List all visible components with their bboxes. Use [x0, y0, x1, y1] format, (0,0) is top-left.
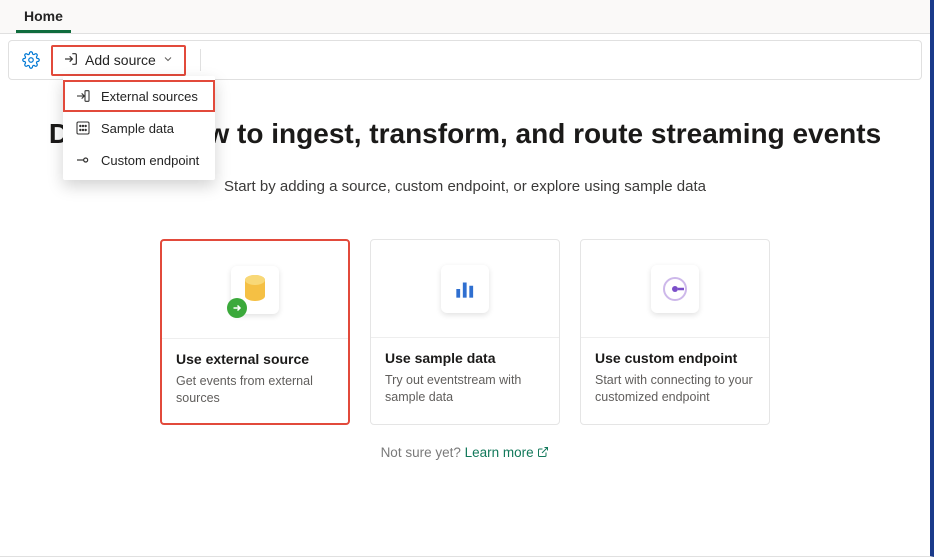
sample-data-icon [75, 120, 91, 136]
add-source-button[interactable]: Add source [51, 45, 186, 76]
learn-more-link[interactable]: Learn more [465, 445, 550, 460]
card-icon-area [162, 241, 348, 339]
menu-item-external-sources[interactable]: External sources [63, 80, 215, 112]
card-icon-area [371, 240, 559, 338]
add-source-label: Add source [85, 52, 156, 68]
card-use-custom-endpoint[interactable]: Use custom endpoint Start with connectin… [580, 239, 770, 425]
footer-help: Not sure yet? Learn more [0, 445, 930, 460]
card-use-external-source[interactable]: Use external source Get events from exte… [160, 239, 350, 425]
card-title: Use external source [176, 351, 334, 367]
menu-item-label: Sample data [101, 121, 174, 136]
custom-endpoint-icon [75, 152, 91, 168]
toolbar: Add source [8, 40, 922, 80]
menu-item-custom-endpoint[interactable]: Custom endpoint [63, 144, 215, 176]
gear-icon[interactable] [19, 48, 43, 72]
card-description: Get events from external sources [176, 373, 334, 407]
footer-prompt: Not sure yet? [381, 445, 465, 460]
external-link-icon [537, 445, 549, 460]
toolbar-divider [200, 49, 201, 71]
tab-home[interactable]: Home [16, 0, 71, 33]
tab-strip: Home [0, 0, 930, 34]
card-icon-area [581, 240, 769, 338]
menu-item-sample-data[interactable]: Sample data [63, 112, 215, 144]
card-use-sample-data[interactable]: Use sample data Try out eventstream with… [370, 239, 560, 425]
database-icon [231, 266, 279, 314]
page-subheading: Start by adding a source, custom endpoin… [0, 178, 930, 195]
chevron-down-icon [162, 52, 174, 68]
external-sources-icon [75, 88, 91, 104]
menu-item-label: Custom endpoint [101, 153, 199, 168]
learn-more-label: Learn more [465, 445, 534, 460]
arrow-badge-icon [227, 298, 247, 318]
enter-icon [63, 51, 79, 70]
menu-item-label: External sources [101, 89, 198, 104]
card-title: Use sample data [385, 350, 545, 366]
endpoint-icon [651, 265, 699, 313]
bar-chart-icon [441, 265, 489, 313]
card-row: Use external source Get events from exte… [0, 239, 930, 425]
card-title: Use custom endpoint [595, 350, 755, 366]
add-source-menu: External sources Sample data Custom endp… [63, 76, 215, 180]
card-description: Start with connecting to your customized… [595, 372, 755, 406]
card-description: Try out eventstream with sample data [385, 372, 545, 406]
